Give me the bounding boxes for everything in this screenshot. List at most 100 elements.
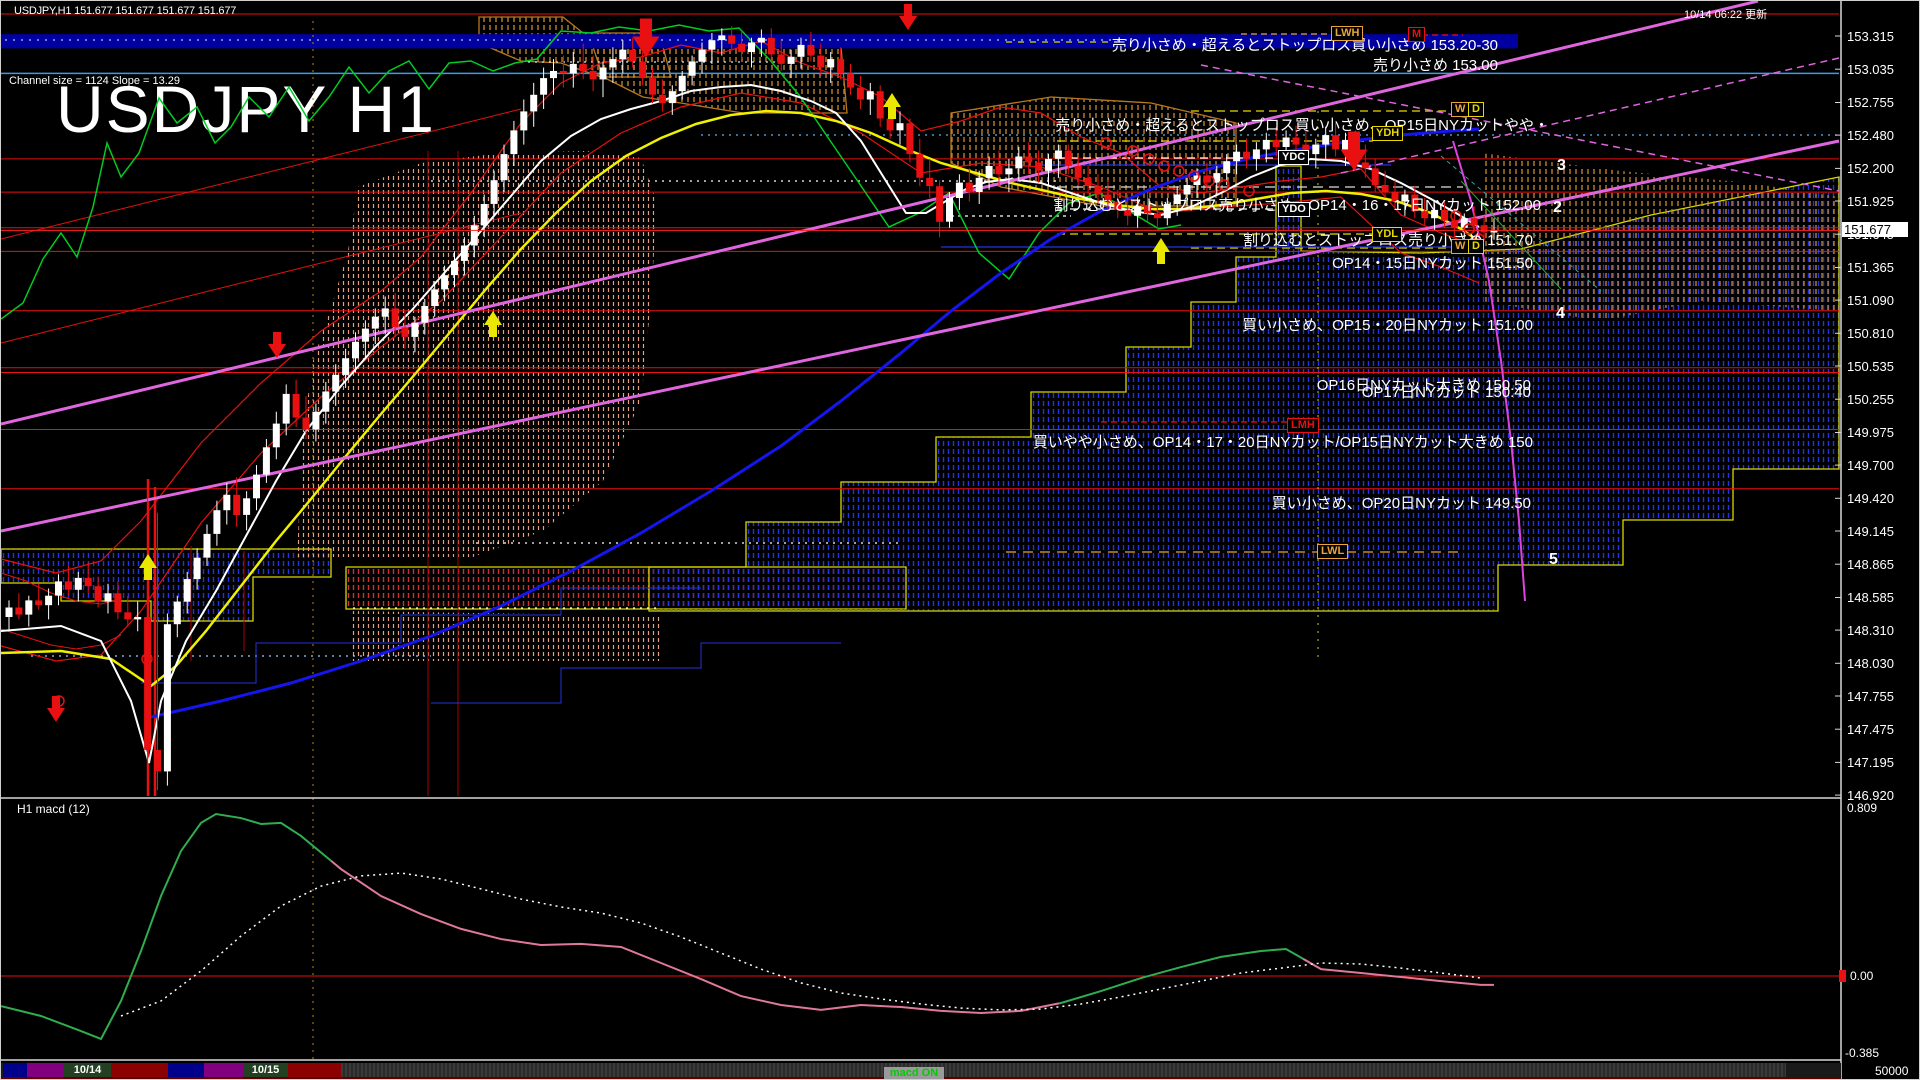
candle	[402, 327, 409, 337]
candle	[1154, 214, 1161, 219]
candle	[283, 394, 290, 424]
candle	[194, 558, 201, 579]
candle	[1104, 195, 1111, 202]
chart-canvas[interactable]	[1, 1, 1920, 1080]
candle	[431, 289, 438, 306]
candle	[1322, 135, 1329, 145]
candle	[906, 123, 913, 154]
candle	[560, 71, 567, 73]
candle	[481, 204, 488, 225]
candle	[1223, 161, 1230, 173]
mt4-chart-window[interactable]: USDJPY H1 Channel size = 1124 Slope = 13…	[0, 0, 1920, 1080]
candle	[1312, 145, 1319, 155]
candle	[1302, 145, 1309, 155]
candle	[372, 317, 379, 329]
candle	[263, 447, 270, 474]
candle	[530, 95, 537, 112]
candle	[1401, 195, 1408, 202]
candle	[1164, 204, 1171, 218]
candle	[154, 750, 161, 771]
candle	[807, 45, 814, 56]
candle	[946, 198, 953, 222]
candle	[1481, 225, 1488, 232]
candle	[916, 154, 923, 178]
candle	[233, 495, 240, 515]
candle	[124, 612, 131, 619]
candle	[1273, 140, 1280, 147]
candle	[75, 578, 82, 590]
candle	[1293, 138, 1300, 145]
sell-arrow-icon	[268, 332, 286, 358]
candle	[976, 178, 983, 192]
candle	[223, 495, 230, 510]
candle	[877, 91, 884, 118]
candle	[867, 91, 874, 99]
candle	[659, 95, 666, 103]
candle	[639, 62, 646, 79]
candle	[501, 154, 508, 180]
candle	[1332, 135, 1339, 149]
candle	[1372, 168, 1379, 185]
candle	[1124, 210, 1131, 216]
candle	[689, 62, 696, 76]
candle	[1095, 186, 1102, 194]
candle	[1144, 206, 1151, 213]
candle	[144, 617, 151, 750]
candle	[857, 88, 864, 100]
candle	[55, 581, 62, 595]
candle	[15, 608, 22, 615]
candle	[362, 329, 369, 342]
candle	[758, 38, 765, 43]
candle	[1134, 206, 1141, 216]
candle	[1392, 192, 1399, 202]
candle	[609, 59, 616, 67]
candle	[204, 534, 211, 558]
candle	[105, 593, 112, 601]
candle	[986, 166, 993, 178]
candle	[728, 35, 735, 43]
candle	[293, 394, 300, 418]
candle	[966, 183, 973, 193]
candle	[619, 50, 626, 60]
candle	[421, 306, 428, 323]
candle	[956, 183, 963, 198]
candle	[708, 40, 715, 50]
candle	[114, 593, 121, 612]
candle	[312, 412, 319, 430]
candle	[926, 178, 933, 186]
candle	[1065, 151, 1072, 166]
candle	[273, 424, 280, 448]
candle	[778, 54, 785, 64]
candle	[35, 600, 42, 605]
candle	[332, 375, 339, 392]
candle	[461, 246, 468, 261]
candle	[1283, 138, 1290, 148]
macd-toggle-button[interactable]: macd ON	[884, 1067, 944, 1080]
candle	[679, 76, 686, 91]
candle	[1421, 211, 1428, 218]
candle	[95, 586, 102, 601]
candle	[1411, 195, 1418, 212]
candle	[669, 91, 676, 103]
candle	[1342, 140, 1349, 150]
candle	[629, 50, 636, 62]
buy-arrow-icon	[1152, 238, 1170, 264]
candle	[570, 64, 577, 74]
candle	[520, 111, 527, 130]
candle	[441, 275, 448, 289]
ichimoku-cloud	[297, 151, 657, 557]
candle	[174, 602, 181, 625]
sell-arrow-icon	[47, 696, 65, 722]
candle	[738, 44, 745, 52]
candle	[45, 596, 52, 606]
candle	[134, 617, 141, 619]
candle	[748, 43, 755, 53]
candle	[382, 308, 389, 316]
candle	[1015, 157, 1022, 169]
candle	[897, 123, 904, 130]
candle	[1382, 185, 1389, 192]
candle	[1263, 140, 1270, 150]
candle	[1025, 157, 1032, 163]
candle	[164, 624, 171, 771]
candle	[936, 186, 943, 222]
